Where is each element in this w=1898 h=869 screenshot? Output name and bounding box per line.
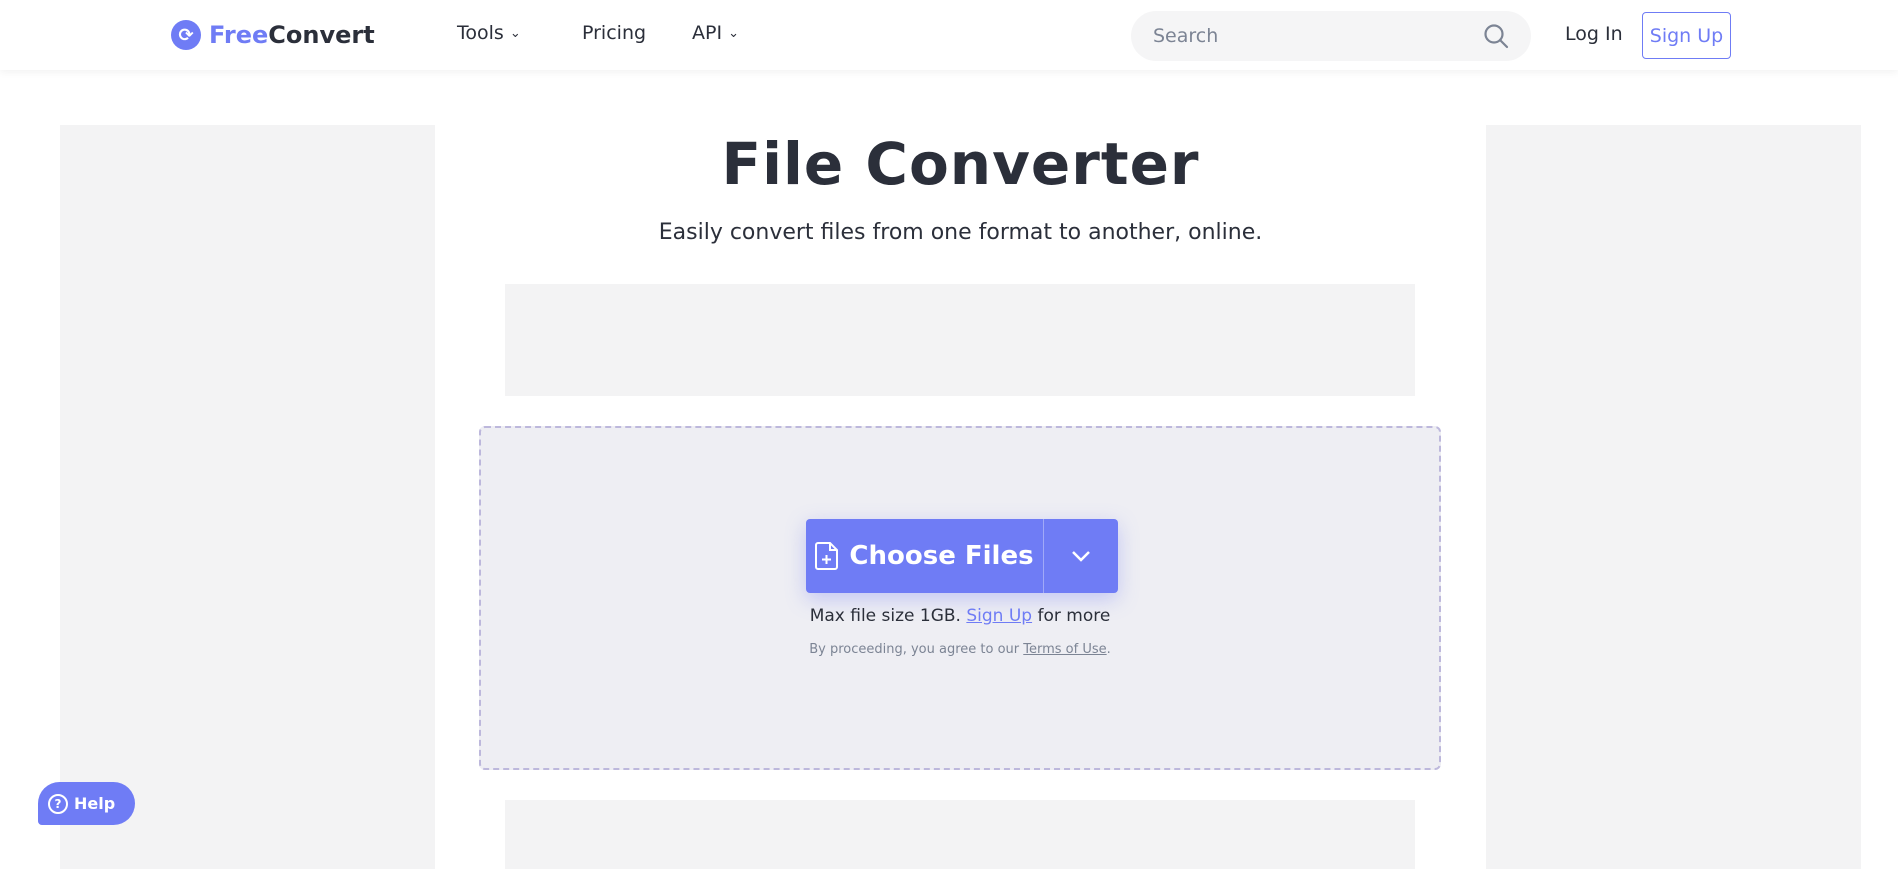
terms-text: By proceeding, you agree to our Terms of… [481,642,1439,657]
max-size-suffix: for more [1037,606,1111,626]
nav-tools[interactable]: Tools ⌄ [457,22,521,44]
chevron-down-icon: ⌄ [728,25,739,41]
right-ad-panel [1486,125,1861,869]
chevron-down-icon: ⌄ [509,25,521,41]
more-sources-dropdown[interactable] [1044,519,1118,593]
file-dropzone[interactable]: Choose Files Max file size 1GB. Sign Up … [479,426,1441,770]
choose-files-label: Choose Files [849,541,1034,571]
terms-prefix: By proceeding, you agree to our [809,642,1020,657]
question-icon: ? [48,793,68,814]
left-ad-panel [60,125,435,869]
chevron-down-icon [1072,551,1090,562]
nav-api-label: API [692,22,723,44]
login-link[interactable]: Log In [1565,23,1623,45]
refresh-logo-icon: ⟳ [171,20,201,50]
signup-link[interactable]: Sign Up [966,606,1032,626]
signup-button[interactable]: Sign Up [1642,12,1731,59]
top-ad-banner [505,284,1415,396]
nav-pricing[interactable]: Pricing [582,22,646,44]
max-size-prefix: Max file size 1GB. [809,606,961,626]
header: ⟳ FreeConvert Tools ⌄ Pricing API ⌄ Search… [0,0,1898,70]
nav-tools-label: Tools [457,22,504,44]
search-input[interactable]: Search [1131,11,1531,61]
page-subtitle: Easily convert files from one format to … [658,220,1263,245]
bottom-ad-banner [505,800,1415,869]
terms-of-use-link[interactable]: Terms of Use [1023,642,1106,657]
file-add-icon [815,542,839,570]
nav-api[interactable]: API ⌄ [692,22,739,44]
search-icon[interactable] [1483,23,1509,49]
choose-files-button-group: Choose Files [806,519,1118,593]
max-file-size-text: Max file size 1GB. Sign Up for more [481,606,1439,626]
page-title: File Converter [721,130,1200,198]
terms-suffix: . [1106,642,1111,657]
logo-free: Free [209,21,269,49]
help-button[interactable]: ? Help [38,782,135,825]
search-placeholder: Search [1153,25,1219,47]
logo-convert: Convert [268,21,375,49]
choose-files-button[interactable]: Choose Files [806,519,1044,593]
logo[interactable]: ⟳ FreeConvert [171,20,375,50]
help-label: Help [74,794,116,813]
nav-pricing-label: Pricing [582,22,647,44]
